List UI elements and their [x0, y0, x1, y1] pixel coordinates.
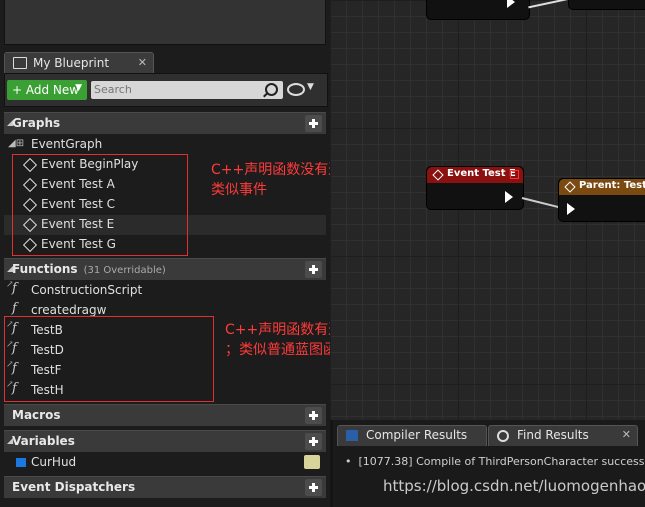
annotation-box-functions: [4, 316, 214, 402]
variable-type-icon: [16, 458, 26, 467]
details-panel-stub: [4, 0, 326, 45]
search-box[interactable]: [91, 81, 283, 99]
section-title: Macros: [12, 408, 61, 422]
event-node[interactable]: Event Test E: [426, 166, 524, 210]
search-icon[interactable]: [265, 83, 278, 96]
exec-pin-icon[interactable]: [505, 191, 513, 203]
book-icon: [13, 57, 27, 69]
list-item-variable[interactable]: CurHud: [14, 453, 326, 473]
close-icon[interactable]: ✕: [622, 428, 631, 441]
search-input[interactable]: [94, 82, 259, 96]
event-graph-canvas[interactable]: Event Test E Parent: Test E: [330, 0, 645, 420]
add-graph-button[interactable]: [305, 115, 322, 132]
graph-node[interactable]: [568, 0, 645, 10]
function-icon: f: [12, 301, 17, 316]
add-dispatcher-button[interactable]: [305, 479, 322, 496]
bullet-icon: •: [345, 455, 352, 468]
add-new-button[interactable]: + Add New ▼: [7, 80, 87, 100]
function-icon: ↗ f: [6, 280, 17, 296]
node-title: Parent: Test E: [579, 180, 645, 191]
section-variables[interactable]: ◢ Variables: [4, 430, 326, 452]
section-title: Functions (31 Overridable): [12, 262, 166, 276]
tab-find-results[interactable]: Find Results ✕: [488, 425, 638, 446]
annotation-events-line2: 类似事件: [211, 182, 267, 198]
section-event-dispatchers[interactable]: Event Dispatchers: [4, 476, 326, 498]
add-variable-button[interactable]: [305, 433, 322, 450]
chevron-down-icon: ▼: [75, 83, 82, 93]
delegate-pin-icon[interactable]: [510, 170, 519, 179]
exec-wire: [521, 197, 560, 209]
add-new-label: + Add New: [12, 83, 80, 97]
exec-wire: [528, 0, 570, 9]
close-icon[interactable]: ✕: [138, 56, 147, 69]
compiler-icon: [346, 430, 358, 441]
tab-label: My Blueprint: [33, 56, 110, 70]
eye-icon[interactable]: [287, 83, 305, 96]
section-graphs[interactable]: ◢ Graphs: [4, 112, 326, 134]
annotation-box-events: [12, 154, 188, 256]
tab-my-blueprint[interactable]: My Blueprint ✕: [4, 52, 154, 73]
section-macros[interactable]: Macros: [4, 404, 326, 426]
graph-icon: ◢⊞: [8, 138, 25, 149]
add-macro-button[interactable]: [305, 407, 322, 424]
section-title: Event Dispatchers: [12, 480, 136, 494]
log-line: • [1077.38] Compile of ThirdPersonCharac…: [345, 455, 645, 468]
eye-visibility-icon[interactable]: [304, 455, 320, 469]
section-title: Variables: [12, 434, 75, 448]
tab-compiler-results[interactable]: Compiler Results: [337, 425, 487, 446]
search-icon: [497, 430, 509, 442]
add-function-button[interactable]: [305, 261, 322, 278]
exec-pin-icon[interactable]: [567, 203, 575, 215]
exec-pin-icon[interactable]: [507, 0, 515, 8]
node-title: Event Test E: [447, 168, 516, 179]
parent-call-node[interactable]: Parent: Test E: [558, 178, 645, 222]
section-functions[interactable]: ◢ Functions (31 Overridable): [4, 258, 326, 280]
section-title: Graphs: [12, 116, 61, 130]
watermark: https://blog.csdn.net/luomogenhaoqi: [383, 477, 645, 495]
graph-node[interactable]: [426, 0, 530, 20]
chevron-down-icon[interactable]: ▼: [307, 82, 314, 92]
